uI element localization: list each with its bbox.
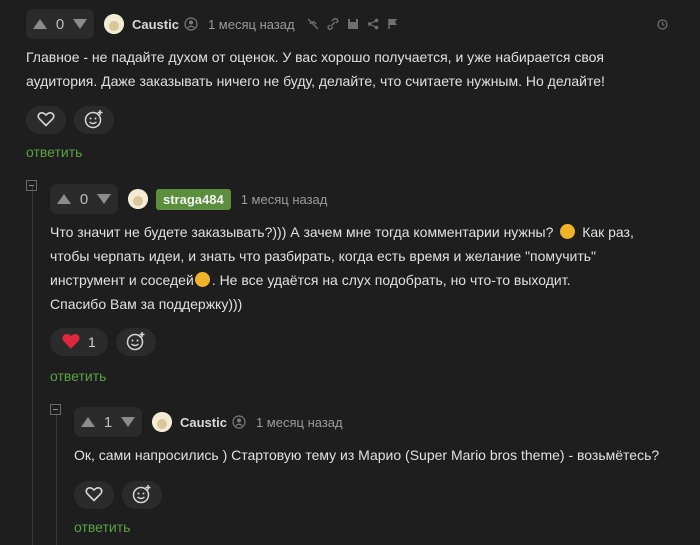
avatar[interactable]	[128, 189, 148, 209]
person-icon	[184, 17, 198, 31]
emoji-add-icon	[84, 109, 104, 132]
vote-widget: 1	[74, 407, 142, 437]
hide-icon[interactable]	[307, 18, 319, 30]
clock-icon[interactable]	[657, 17, 668, 33]
vote-widget: 0	[26, 9, 94, 39]
reply-link[interactable]: ответить	[74, 519, 130, 535]
vote-count: 0	[79, 190, 89, 208]
arrow-up-icon[interactable]	[56, 193, 72, 205]
avatar[interactable]	[152, 412, 172, 432]
author-name[interactable]: straga484	[156, 188, 231, 210]
worried-emoji-icon	[560, 224, 576, 239]
person-icon	[232, 415, 246, 429]
avatar[interactable]	[104, 14, 124, 34]
reply-link[interactable]: ответить	[26, 144, 82, 160]
arrow-down-icon[interactable]	[120, 416, 136, 428]
save-icon[interactable]	[347, 18, 359, 30]
heart-icon	[62, 333, 80, 352]
emoji-add-icon	[132, 484, 152, 507]
reactions	[74, 481, 170, 509]
arrow-up-icon[interactable]	[80, 416, 96, 428]
comment-time[interactable]: 1 месяц назад	[241, 192, 328, 207]
add-reaction-button[interactable]	[74, 106, 114, 134]
reactions	[26, 106, 122, 134]
comment-header: 1 Caustic 1 месяц назад	[74, 407, 343, 437]
arrow-down-icon[interactable]	[72, 18, 88, 30]
arrow-up-icon[interactable]	[32, 18, 48, 30]
comment-text: Главное - не падайте духом от оценок. У …	[26, 49, 605, 89]
thread-line[interactable]	[56, 414, 57, 545]
laughing-emoji-icon	[194, 272, 210, 287]
arrow-down-icon[interactable]	[96, 193, 112, 205]
heart-icon	[37, 111, 55, 130]
add-reaction-button[interactable]	[115, 328, 156, 356]
heart-icon	[85, 486, 103, 505]
comment-text: Что значит не будете заказывать?))) А за…	[50, 224, 634, 312]
comment-tools	[307, 18, 407, 30]
like-button[interactable]: 1	[50, 328, 108, 356]
share-icon[interactable]	[367, 18, 379, 30]
comment-time[interactable]: 1 месяц назад	[256, 415, 343, 430]
collapse-icon[interactable]	[26, 180, 37, 191]
vote-count: 0	[55, 15, 65, 33]
vote-widget: 0	[50, 184, 118, 214]
comment-header: 0 straga484 1 месяц назад	[50, 184, 327, 214]
collapse-icon[interactable]	[50, 404, 61, 415]
vote-count: 1	[103, 413, 113, 431]
thread-line[interactable]	[32, 186, 33, 545]
emoji-add-icon	[126, 331, 146, 354]
link-icon[interactable]	[326, 18, 339, 30]
reply-link[interactable]: ответить	[50, 368, 106, 384]
flag-icon[interactable]	[387, 18, 399, 30]
like-button[interactable]	[26, 106, 66, 134]
comment-text: Ок, сами напросились ) Стартовую тему из…	[74, 447, 660, 463]
like-button[interactable]	[74, 481, 114, 509]
comment-header: 0 Caustic 1 месяц назад	[26, 9, 407, 39]
reactions: 1	[50, 328, 164, 356]
like-count: 1	[88, 334, 96, 350]
author-name[interactable]: Caustic	[180, 415, 227, 430]
add-reaction-button[interactable]	[122, 481, 162, 509]
author-name[interactable]: Caustic	[132, 17, 179, 32]
comment-time[interactable]: 1 месяц назад	[208, 17, 295, 32]
